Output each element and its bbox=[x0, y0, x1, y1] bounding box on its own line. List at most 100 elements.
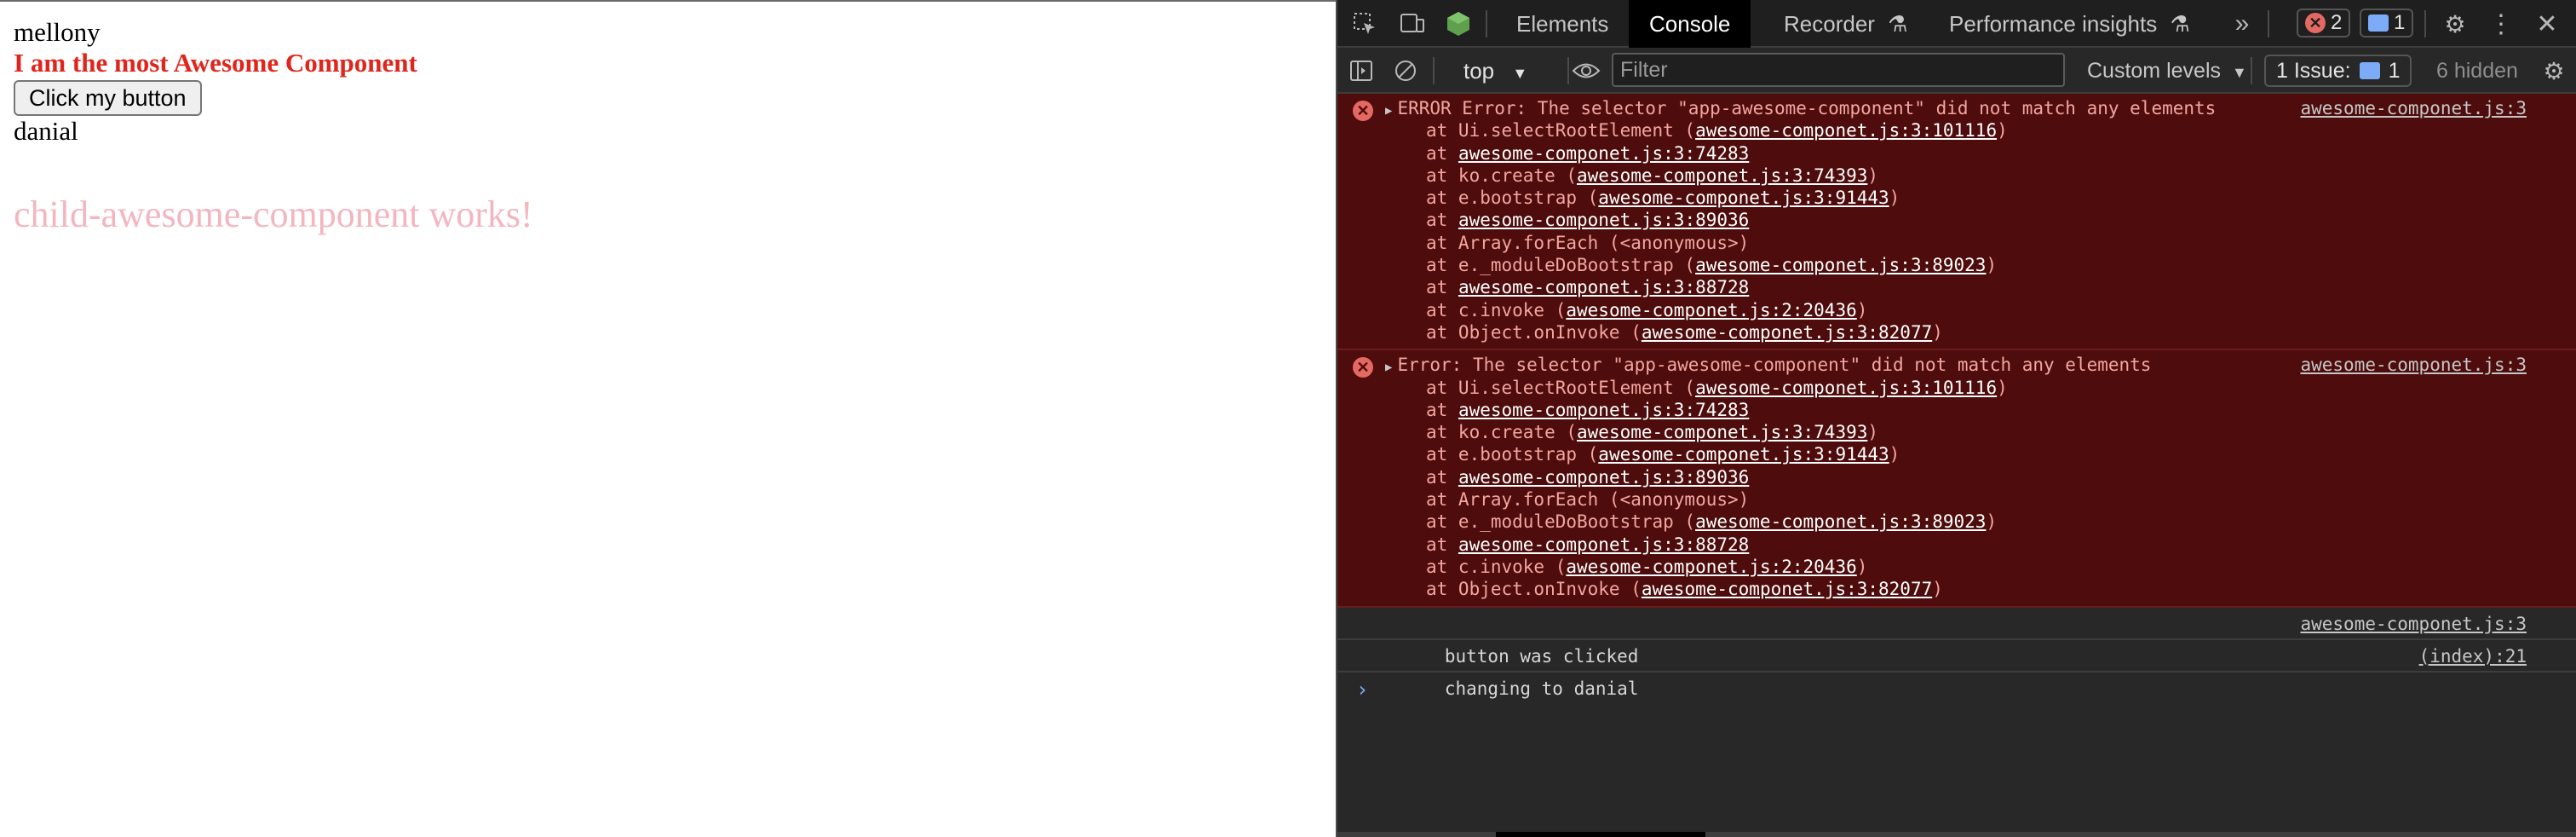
stack-frame: at awesome-componet.js:3:74283 bbox=[1337, 142, 2576, 165]
error-message-text: Error: The selector "app-awesome-compone… bbox=[1397, 355, 2152, 376]
more-options-icon[interactable]: ⋮ bbox=[2484, 7, 2518, 41]
tab-performance-insights[interactable]: Performance insights ⚗ bbox=[1929, 0, 2197, 48]
filter-input[interactable] bbox=[1612, 53, 2065, 87]
stack-frame-link[interactable]: awesome-componet.js:3:88728 bbox=[1458, 277, 1749, 297]
stack-frame-text: at ko.create ( bbox=[1426, 422, 1578, 443]
devtools-panel: Elements Console Recorder ⚗ Performance … bbox=[1336, 0, 2576, 837]
expand-triangle-icon[interactable]: ▶ bbox=[1385, 104, 1392, 118]
stack-frame-text: at bbox=[1426, 534, 1458, 555]
stack-frame: at Object.onInvoke (awesome-componet.js:… bbox=[1337, 578, 2576, 600]
name-text: mellony bbox=[14, 17, 101, 47]
stack-frame-link[interactable]: awesome-componet.js:3:91443 bbox=[1598, 444, 1889, 465]
stack-frame-link[interactable]: awesome-componet.js:3:101116 bbox=[1695, 378, 1997, 398]
issues-label: 1 Issue: bbox=[2276, 58, 2351, 83]
stack-frame-text: at Object.onInvoke ( bbox=[1426, 579, 1642, 600]
log-source-link[interactable]: (index):21 bbox=[2419, 640, 2527, 672]
stack-frame-link[interactable]: awesome-componet.js:3:89023 bbox=[1695, 511, 1986, 532]
tab-console[interactable]: Console bbox=[1629, 0, 1751, 48]
stack-frame-link[interactable]: awesome-componet.js:3:89036 bbox=[1458, 210, 1749, 230]
error-message-text: ERROR Error: The selector "app-awesome-c… bbox=[1397, 98, 2217, 118]
scroll-handle[interactable] bbox=[1496, 832, 1705, 837]
settings-gear-icon[interactable]: ⚙ bbox=[2438, 7, 2472, 41]
issues-count: 1 bbox=[2388, 58, 2401, 83]
error-source-link[interactable]: awesome-componet.js:3 bbox=[2300, 354, 2527, 376]
issue-message-icon bbox=[2359, 62, 2380, 79]
stack-frame-link[interactable]: awesome-componet.js:3:89036 bbox=[1458, 467, 1749, 488]
stack-frame-link[interactable]: awesome-componet.js:2:20436 bbox=[1566, 557, 1856, 577]
stack-frame-text: at Object.onInvoke ( bbox=[1426, 321, 1642, 343]
error-header-line[interactable]: ▶ Error: The selector "app-awesome-compon… bbox=[1337, 354, 2576, 376]
stack-frame: at e.bootstrap (awesome-componet.js:3:91… bbox=[1337, 187, 2576, 209]
console-prompt[interactable]: › bbox=[1337, 672, 2576, 707]
stack-frame: at awesome-componet.js:3:74283 bbox=[1337, 399, 2576, 421]
stack-frame-link[interactable]: awesome-componet.js:3:82077 bbox=[1642, 322, 1932, 343]
console-settings-gear-icon[interactable]: ⚙ bbox=[2537, 54, 2571, 88]
stack-frame-link[interactable]: awesome-componet.js:3:82077 bbox=[1642, 579, 1932, 599]
click-my-button[interactable]: Click my button bbox=[14, 80, 202, 116]
stack-frame-text: at e._moduleDoBootstrap ( bbox=[1426, 255, 1696, 276]
stack-frame-suffix: ) bbox=[1856, 299, 1868, 320]
stack-frame-text: at bbox=[1426, 142, 1458, 164]
stack-frame-link[interactable]: awesome-componet.js:3:88728 bbox=[1458, 534, 1749, 555]
dropdown-arrow-icon: ▼ bbox=[2231, 64, 2247, 81]
toolbar-separator bbox=[1433, 57, 1435, 84]
stack-frame: at Array.forEach (<anonymous>) bbox=[1337, 232, 2576, 254]
stack-frame: at e._moduleDoBootstrap (awesome-compone… bbox=[1337, 254, 2576, 276]
toolbar-separator bbox=[2251, 57, 2252, 84]
stack-frame-text: at c.invoke ( bbox=[1426, 299, 1567, 320]
inspect-element-icon[interactable] bbox=[1348, 7, 1382, 41]
error-message-block: ✕ ▶ ERROR Error: The selector "app-awesome… bbox=[1337, 94, 2576, 351]
stack-frame-link[interactable]: awesome-componet.js:3:74283 bbox=[1458, 143, 1749, 164]
stack-frame-link[interactable]: awesome-componet.js:3:74393 bbox=[1577, 165, 1867, 186]
stack-frame-suffix: ) bbox=[1932, 579, 1943, 600]
stack-frame: at awesome-componet.js:3:88728 bbox=[1337, 534, 2576, 556]
stack-frame: at awesome-componet.js:3:89036 bbox=[1337, 466, 2576, 488]
log-row: changing to danial (index):21 bbox=[1337, 640, 2576, 699]
component-heading: I am the most Awesome Component bbox=[14, 48, 417, 78]
vue-extension-icon[interactable] bbox=[1441, 7, 1475, 41]
stack-frame: at ko.create (awesome-componet.js:3:7439… bbox=[1337, 165, 2576, 187]
log-source-link[interactable]: awesome-componet.js:3 bbox=[2300, 608, 2527, 640]
stack-frame-suffix: ) bbox=[1889, 188, 1900, 209]
message-count-badge[interactable]: 1 bbox=[2360, 9, 2414, 38]
issues-button[interactable]: 1 Issue: 1 bbox=[2264, 55, 2412, 87]
stack-frame-link[interactable]: awesome-componet.js:3:74283 bbox=[1458, 400, 1749, 420]
devtools-tab-bar: Elements Console Recorder ⚗ Performance … bbox=[1337, 0, 2576, 48]
context-select[interactable]: top ▼ bbox=[1457, 55, 1534, 87]
stack-frame-text: at Ui.selectRootElement ( bbox=[1426, 377, 1696, 398]
clear-console-icon[interactable] bbox=[1389, 54, 1423, 88]
stack-frame-link[interactable]: awesome-componet.js:3:89023 bbox=[1695, 255, 1986, 275]
error-source-link[interactable]: awesome-componet.js:3 bbox=[2300, 97, 2527, 119]
stack-frame-link[interactable]: awesome-componet.js:3:74393 bbox=[1577, 422, 1867, 442]
tab-separator bbox=[2268, 10, 2269, 38]
child-component-text: child-awesome-component works! bbox=[14, 193, 533, 235]
more-tabs-icon[interactable]: » bbox=[2225, 7, 2259, 41]
stack-frame-link[interactable]: awesome-componet.js:3:101116 bbox=[1695, 120, 1997, 141]
stack-frame-text: at bbox=[1426, 399, 1458, 420]
dropdown-arrow-icon: ▼ bbox=[1512, 65, 1528, 82]
stack-frame: at awesome-componet.js:3:89036 bbox=[1337, 209, 2576, 231]
sidebar-toggle-icon[interactable] bbox=[1344, 54, 1378, 88]
tab-separator bbox=[1486, 10, 1487, 38]
stack-frame-suffix: ) bbox=[1986, 511, 1998, 533]
error-count-badge[interactable]: ✕ 2 bbox=[2297, 9, 2351, 38]
device-toolbar-icon[interactable] bbox=[1395, 7, 1429, 41]
stack-frame-link[interactable]: awesome-componet.js:2:20436 bbox=[1566, 300, 1856, 320]
error-header-line[interactable]: ▶ ERROR Error: The selector "app-awesome-… bbox=[1337, 97, 2576, 119]
close-devtools-icon[interactable]: ✕ bbox=[2530, 7, 2564, 41]
stack-frame-link[interactable]: awesome-componet.js:3:91443 bbox=[1598, 188, 1889, 208]
message-count: 1 bbox=[2394, 11, 2406, 34]
stack-frame-suffix: ) bbox=[1932, 321, 1943, 343]
error-count: 2 bbox=[2331, 11, 2343, 34]
error-list: ✕ ▶ ERROR Error: The selector "app-awesome… bbox=[1337, 94, 2576, 608]
tab-recorder[interactable]: Recorder ⚗ bbox=[1763, 0, 1914, 48]
eye-icon[interactable] bbox=[1569, 54, 1603, 88]
stack-frame-text: at Array.forEach (<anonymous>) bbox=[1426, 232, 1750, 253]
stack-frame-text: at e._moduleDoBootstrap ( bbox=[1426, 511, 1696, 533]
stack-frame-suffix: ) bbox=[1867, 422, 1879, 443]
flask-icon: ⚗ bbox=[1888, 11, 1908, 37]
log-levels-dropdown[interactable]: Custom levels ▼ bbox=[2087, 55, 2247, 87]
tab-elements[interactable]: Elements bbox=[1496, 0, 1629, 48]
expand-triangle-icon[interactable]: ▶ bbox=[1385, 361, 1392, 374]
stack-frame-text: at Ui.selectRootElement ( bbox=[1426, 120, 1696, 141]
